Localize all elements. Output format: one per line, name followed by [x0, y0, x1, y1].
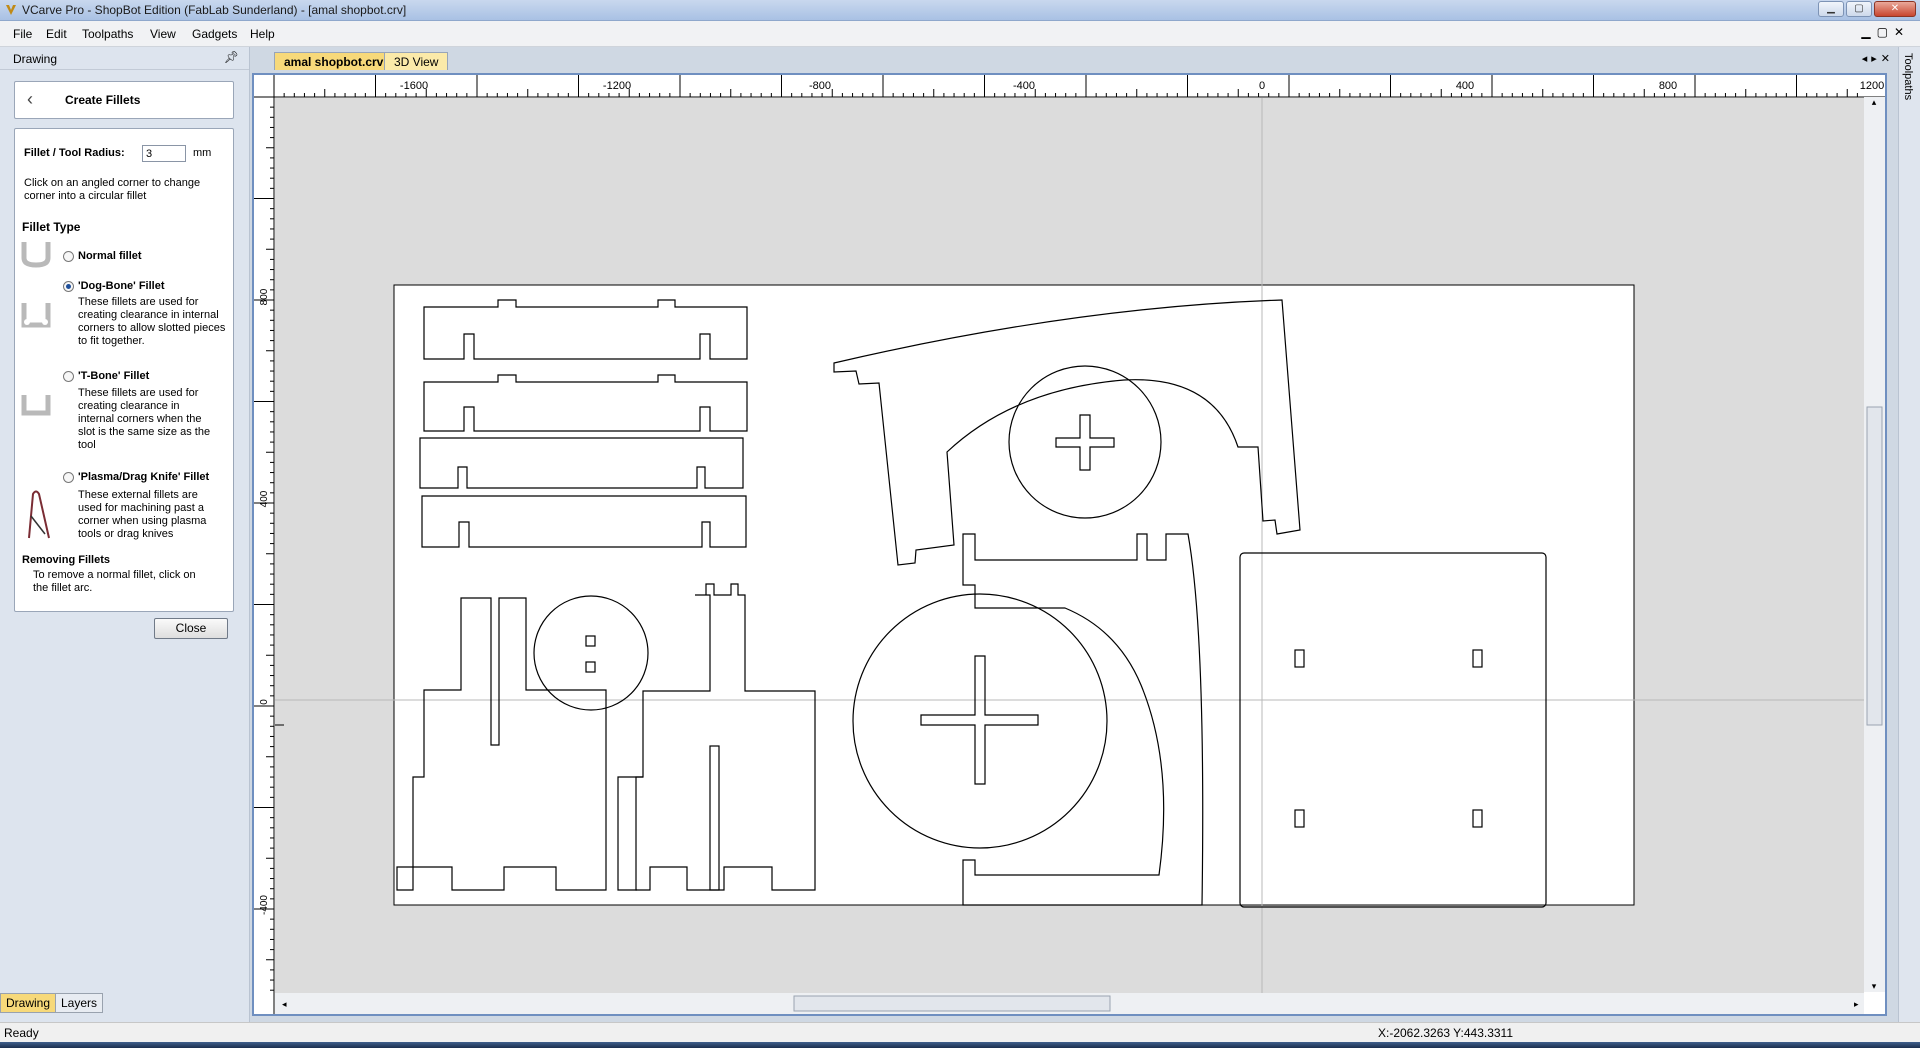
vertical-scroll-thumb — [1866, 406, 1883, 726]
scroll-down-icon: ▾ — [1872, 981, 1877, 991]
scroll-up-icon: ▴ — [1872, 97, 1877, 107]
menu-file[interactable]: File — [13, 27, 32, 41]
menu-help[interactable]: Help — [250, 27, 275, 41]
ruler-x-label: 1200 — [1860, 80, 1884, 92]
scroll-left-icon: ◂ — [282, 999, 287, 1009]
ruler-y-label: 0 — [259, 699, 270, 705]
ruler-y-label: 400 — [259, 490, 270, 507]
menu-edit[interactable]: Edit — [46, 27, 67, 41]
ruler-x-label: 0 — [1259, 80, 1265, 92]
ruler-x-label: 800 — [1659, 80, 1677, 92]
mdi-controls[interactable]: ▁▢✕ — [1861, 25, 1910, 39]
tab-drawing[interactable]: Drawing — [0, 993, 57, 1013]
panel-title: Drawing — [13, 52, 58, 66]
radius-unit: mm — [193, 147, 212, 159]
status-text: Ready — [4, 1026, 39, 1040]
material-sheet — [393, 284, 1635, 906]
removing-heading: Removing Fillets — [22, 554, 111, 566]
tab-3d-view[interactable]: 3D View — [384, 52, 449, 70]
tbone-fillet-icon — [21, 395, 51, 416]
dogbone-fillet-icon — [21, 303, 51, 328]
cursor-coordinates: X:-2062.3263 Y:443.3311 — [1378, 1026, 1514, 1040]
left-ruler — [254, 75, 274, 1014]
panel-header: Drawing 📌︎ — [0, 47, 249, 70]
vcarve-logo-icon — [6, 5, 16, 15]
fillet-tool-icon[interactable]: ‹ — [27, 89, 33, 110]
create-fillets-header: ‹ Create Fillets — [14, 81, 234, 119]
dogbone-desc: These fillets are used for creating clea… — [78, 296, 226, 347]
tbone-desc: These fillets are used for creating clea… — [78, 387, 211, 451]
maximize-button[interactable]: ▢ — [1846, 1, 1872, 17]
tbone-fillet-radio[interactable] — [63, 371, 74, 382]
removing-text: To remove a normal fillet, click on the … — [33, 569, 196, 594]
plasma-fillet-radio[interactable] — [63, 472, 74, 483]
tab-layers[interactable]: Layers — [55, 993, 104, 1013]
horizontal-scroll-thumb — [793, 995, 1111, 1012]
2d-view[interactable]: -1600 -1200 -800 -400 0 400 800 1200 800… — [252, 73, 1887, 1016]
drawing-panel: Drawing 📌︎ ‹ Create Fillets Fillet / Too… — [0, 47, 250, 1022]
ruler-x-label: -1200 — [603, 80, 631, 92]
form-title: Create Fillets — [65, 93, 141, 107]
window-title: VCarve Pro - ShopBot Edition (FabLab Sun… — [22, 3, 407, 17]
ruler-x-label: 400 — [1456, 80, 1474, 92]
fillet-type-heading: Fillet Type — [22, 220, 81, 234]
ruler-x-label: -1600 — [400, 80, 428, 92]
design-canvas[interactable]: -1600 -1200 -800 -400 0 400 800 1200 800… — [254, 75, 1885, 1014]
window-close-button[interactable]: ✕ — [1874, 1, 1916, 17]
ruler-y-label: -400 — [259, 895, 270, 915]
radius-input[interactable] — [142, 145, 186, 162]
dogbone-fillet-radio[interactable] — [63, 281, 74, 292]
minimize-button[interactable]: ▁ — [1818, 1, 1844, 17]
title-bar: VCarve Pro - ShopBot Edition (FabLab Sun… — [0, 0, 1920, 21]
radius-label: Fillet / Tool Radius: — [24, 147, 125, 159]
top-ruler — [254, 75, 1885, 97]
normal-fillet-label[interactable]: Normal fillet — [78, 250, 142, 263]
menu-gadgets[interactable]: Gadgets — [192, 27, 237, 41]
taskbar — [0, 1042, 1920, 1048]
toolpaths-strip[interactable]: Toolpaths — [1898, 47, 1920, 1022]
tab-nav-arrows[interactable]: ◂▸✕ — [1862, 52, 1894, 65]
ruler-x-label: -800 — [809, 80, 831, 92]
plasma-fillet-label[interactable]: 'Plasma/Drag Knife' Fillet — [78, 471, 209, 484]
menu-toolpaths[interactable]: Toolpaths — [82, 27, 133, 41]
plasma-desc: These external fillets are used for mach… — [78, 489, 207, 540]
normal-fillet-icon — [21, 242, 51, 268]
ruler-y-label: 800 — [259, 288, 270, 305]
dogbone-fillet-label[interactable]: 'Dog-Bone' Fillet — [78, 280, 165, 293]
close-button[interactable]: Close — [154, 618, 228, 639]
fillet-options: Fillet / Tool Radius: mm Click on an ang… — [14, 128, 234, 612]
scroll-right-icon: ▸ — [1854, 999, 1859, 1009]
normal-fillet-radio[interactable] — [63, 251, 74, 262]
pin-icon[interactable]: 📌︎ — [224, 50, 239, 64]
plasma-fillet-icon — [28, 490, 50, 539]
ruler-x-label: -400 — [1013, 80, 1035, 92]
menu-view[interactable]: View — [150, 27, 176, 41]
status-bar: Ready X:-2062.3263 Y:443.3311 — [0, 1022, 1920, 1042]
tab-document[interactable]: amal shopbot.crv — [274, 52, 394, 70]
toolpaths-tab[interactable]: Toolpaths — [1902, 53, 1914, 100]
menu-bar: File Edit Toolpaths View Gadgets Help ▁▢… — [0, 21, 1920, 47]
tbone-fillet-label[interactable]: 'T-Bone' Fillet — [78, 370, 149, 383]
document-area: amal shopbot.crv 3D View ◂▸✕ -1600 -1200… — [250, 47, 1898, 1022]
hint-text: Click on an angled corner to change corn… — [24, 177, 201, 202]
